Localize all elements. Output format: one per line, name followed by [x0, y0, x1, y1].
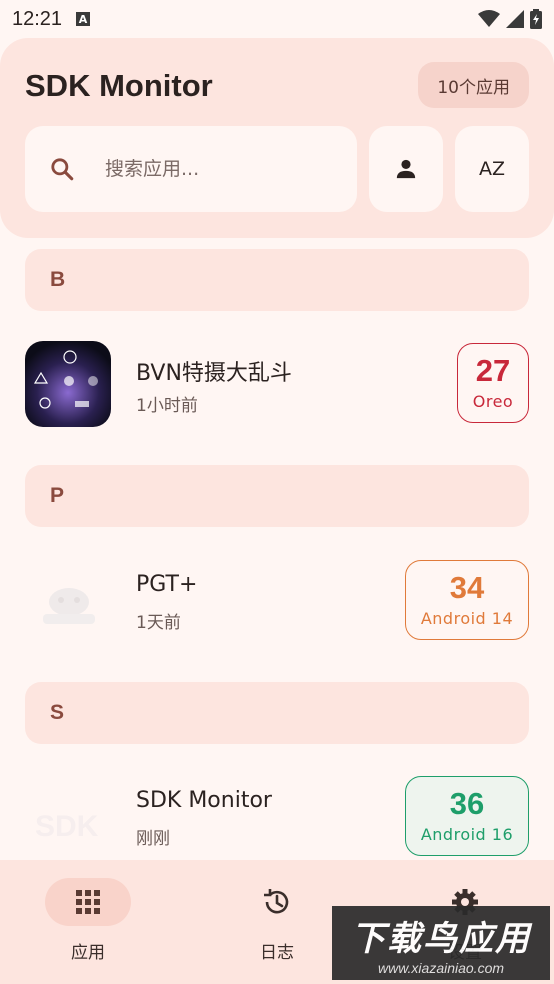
sdk-level: 36: [449, 786, 485, 821]
status-time: 12:21: [12, 7, 63, 30]
android-version: Oreo: [472, 392, 514, 411]
sort-button[interactable]: AZ: [455, 126, 529, 212]
app-updated-time: 1小时前: [136, 396, 198, 416]
filter-user-button[interactable]: [369, 126, 443, 212]
app-icon-sdk-monitor: SDK: [25, 774, 111, 860]
watermark-logo: 下载鸟应用 www.xiazainiao.com: [332, 906, 550, 980]
app-list-item[interactable]: BVN特摄大乱斗 1小时前 27 Oreo: [0, 323, 554, 443]
svg-text:SDK: SDK: [35, 810, 99, 843]
app-header: SDK Monitor 10个应用 AZ: [0, 38, 554, 238]
app-name: PGT+: [136, 572, 198, 597]
nav-tab-log[interactable]: 日志: [207, 878, 347, 963]
wifi-icon: [478, 10, 500, 27]
page-title: SDK Monitor: [25, 68, 213, 103]
section-header-p: P: [25, 465, 529, 527]
app-icon-bvn: [25, 341, 111, 427]
status-icons: [478, 9, 542, 29]
search-icon: [51, 158, 74, 181]
app-name: SDK Monitor: [136, 788, 272, 813]
watermark-url: www.xiazainiao.com: [377, 959, 505, 976]
app-updated-time: 刚刚: [136, 829, 170, 849]
sdk-level: 27: [475, 353, 511, 388]
app-icon-pgt: [25, 558, 111, 644]
battery-icon: [530, 9, 542, 29]
history-icon: [264, 889, 289, 914]
nav-label-apps: 应用: [71, 943, 105, 963]
nav-active-indicator: [45, 878, 131, 926]
android-version: Android 16: [420, 825, 514, 844]
nav-icon-container: [234, 878, 320, 926]
watermark-title: 下载鸟应用: [351, 918, 531, 959]
person-icon: [396, 159, 416, 179]
android-version: Android 14: [420, 609, 514, 628]
sdk-level: 34: [449, 570, 485, 605]
sdk-badge: 34 Android 14: [405, 560, 529, 640]
search-input[interactable]: [105, 158, 325, 180]
app-list-item[interactable]: PGT+ 1天前 34 Android 14: [0, 540, 554, 660]
app-name: BVN特摄大乱斗: [136, 361, 292, 386]
status-bar: 12:21 A: [0, 0, 554, 38]
search-bar[interactable]: [25, 126, 357, 212]
app-updated-time: 1天前: [136, 613, 181, 633]
sort-az-icon: AZ: [478, 158, 505, 180]
section-header-s: S: [25, 682, 529, 744]
nav-tab-apps[interactable]: 应用: [18, 878, 158, 963]
sdk-badge: 27 Oreo: [457, 343, 529, 423]
app-list-item[interactable]: SDK SDK Monitor 刚刚 36 Android 16: [0, 756, 554, 876]
app-count-chip[interactable]: 10个应用: [418, 62, 529, 108]
sdk-badge: 36 Android 16: [405, 776, 529, 856]
notification-a-icon: A: [76, 12, 91, 26]
section-header-b: B: [25, 249, 529, 311]
signal-icon: [506, 10, 524, 28]
nav-label-log: 日志: [260, 943, 294, 963]
apps-grid-icon: [76, 890, 100, 914]
